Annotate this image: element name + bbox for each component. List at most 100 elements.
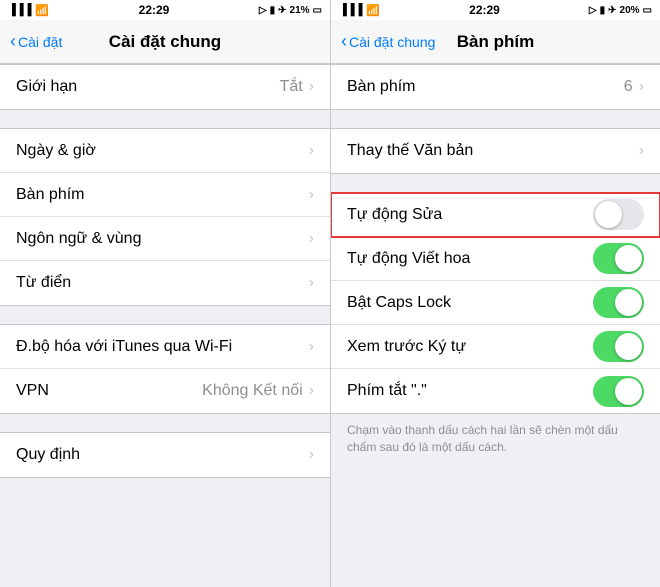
section-gioi-han: Giới hạn Tắt ›: [0, 64, 330, 110]
bat-caps-lock-toggle[interactable]: [593, 287, 644, 318]
keyboard-count-chevron: ›: [639, 78, 644, 96]
section-3: Đ.bộ hóa với iTunes qua Wi-Fi › VPN Khôn…: [0, 324, 330, 414]
left-panel: ▐▐▐ 📶 22:29 ▷ ▮ ✈ 21% ▭ ‹ Cài đặt Cài đặ…: [0, 0, 330, 587]
right-status-icons: ▐▐▐ 📶: [339, 4, 380, 17]
section-keyboard-count: Bàn phím 6 ›: [331, 64, 660, 110]
right-nav-bar: ‹ Cài đặt chung Bàn phím: [331, 20, 660, 64]
tu-dien-label: Từ điển: [16, 274, 309, 292]
keyboard-count: 6: [624, 78, 633, 96]
itunes-label: Đ.bộ hóa với iTunes qua Wi-Fi: [16, 338, 309, 356]
battery-pct-right: 20%: [620, 5, 640, 16]
list-item-thay-the[interactable]: Thay thế Văn bản ›: [331, 129, 660, 173]
vpn-label: VPN: [16, 382, 202, 400]
section-4: Quy định ›: [0, 432, 330, 478]
itunes-chevron: ›: [309, 338, 314, 356]
xem-truoc-thumb: [615, 333, 642, 360]
phim-tat-label: Phím tắt ".": [347, 382, 593, 400]
tu-dong-sua-toggle-thumb: [595, 201, 622, 228]
right-status-bar: ▐▐▐ 📶 22:29 ▷ ▮ ✈ 20% ▭: [331, 0, 660, 20]
left-settings-list: Giới hạn Tắt › Ngày & giờ › Bàn phím › N…: [0, 64, 330, 587]
quy-dinh-chevron: ›: [309, 446, 314, 464]
right-alarm-icon: ▮: [600, 5, 606, 16]
tu-dong-viet-hoa-thumb: [615, 245, 642, 272]
list-item-phim-tat[interactable]: Phím tắt ".": [331, 369, 660, 413]
section-group-4: Quy định ›: [0, 432, 330, 478]
list-item-ngon-ngu[interactable]: Ngôn ngữ & vùng ›: [0, 217, 330, 261]
gioi-han-chevron: ›: [309, 78, 314, 96]
left-nav-back[interactable]: ‹ Cài đặt: [10, 33, 62, 50]
right-nav-back[interactable]: ‹ Cài đặt chung: [341, 33, 435, 50]
list-item-quy-dinh[interactable]: Quy định ›: [0, 433, 330, 477]
section-group-2: Ngày & giờ › Bàn phím › Ngôn ngữ & vùng …: [0, 128, 330, 306]
bat-caps-lock-label: Bật Caps Lock: [347, 294, 593, 312]
section-group-3: Đ.bộ hóa với iTunes qua Wi-Fi › VPN Khôn…: [0, 324, 330, 414]
section-toggles: Tự động Sửa Tự động Viết hoa Bật Caps Lo…: [331, 192, 660, 414]
section-group-1: Giới hạn Tắt ›: [0, 64, 330, 110]
xem-truoc-label: Xem trước Ký tự: [347, 338, 593, 356]
vpn-value: Không Kết nối: [202, 382, 303, 400]
right-nav-title: Bàn phím: [457, 32, 534, 52]
tu-dong-viet-hoa-toggle[interactable]: [593, 243, 644, 274]
airplane-icon: ✈: [278, 5, 286, 16]
gioi-han-label: Giới hạn: [16, 78, 280, 96]
right-signal-icon: ▐▐▐: [339, 4, 362, 16]
tu-dien-chevron: ›: [309, 274, 314, 292]
xem-truoc-toggle[interactable]: [593, 331, 644, 362]
list-item-gioi-han[interactable]: Giới hạn Tắt ›: [0, 65, 330, 109]
list-item-ban-phim[interactable]: Bàn phím ›: [0, 173, 330, 217]
keyboard-count-group: Bàn phím 6 ›: [331, 64, 660, 110]
back-chevron-icon: ‹: [10, 32, 16, 50]
left-nav-title: Cài đặt chung: [109, 32, 221, 52]
right-wifi-icon: 📶: [366, 4, 380, 17]
ban-phim-chevron: ›: [309, 186, 314, 204]
list-item-ban-phim-count[interactable]: Bàn phím 6 ›: [331, 65, 660, 109]
keyboard-footer-note: Chạm vào thanh dấu cách hai lần sẽ chèn …: [331, 414, 660, 468]
list-item-tu-dong-sua[interactable]: Tự động Sửa: [331, 193, 660, 237]
ngon-ngu-label: Ngôn ngữ & vùng: [16, 230, 309, 248]
list-item-bat-caps-lock[interactable]: Bật Caps Lock: [331, 281, 660, 325]
ban-phim-label: Bàn phím: [16, 186, 309, 204]
list-item-tu-dien[interactable]: Từ điển ›: [0, 261, 330, 305]
replace-text-group: Thay thế Văn bản ›: [331, 128, 660, 174]
battery-icon-left: ▭: [313, 5, 322, 16]
vpn-chevron: ›: [309, 382, 314, 400]
left-status-right: ▷ ▮ ✈ 21% ▭: [259, 5, 322, 16]
gioi-han-value: Tắt: [280, 78, 303, 96]
section-2: Ngày & giờ › Bàn phím › Ngôn ngữ & vùng …: [0, 128, 330, 306]
left-status-bar: ▐▐▐ 📶 22:29 ▷ ▮ ✈ 21% ▭: [0, 0, 330, 20]
ngon-ngu-chevron: ›: [309, 230, 314, 248]
section-replace-text: Thay thế Văn bản ›: [331, 128, 660, 174]
list-item-tu-dong-viet-hoa[interactable]: Tự động Viết hoa: [331, 237, 660, 281]
signal-icon: ▐▐▐: [8, 4, 31, 16]
right-nav-back-label: Cài đặt chung: [349, 34, 435, 50]
list-item-xem-truoc[interactable]: Xem trước Ký tự: [331, 325, 660, 369]
right-settings-list: Bàn phím 6 › Thay thế Văn bản › Tự động …: [331, 64, 660, 587]
alarm-icon: ▮: [270, 5, 276, 16]
thay-the-label: Thay thế Văn bản: [347, 142, 639, 160]
ngay-gio-chevron: ›: [309, 142, 314, 160]
left-nav-back-label: Cài đặt: [18, 34, 62, 50]
right-panel: ▐▐▐ 📶 22:29 ▷ ▮ ✈ 20% ▭ ‹ Cài đặt chung …: [330, 0, 660, 587]
tu-dong-viet-hoa-label: Tự động Viết hoa: [347, 250, 593, 268]
left-status-icons: ▐▐▐ 📶: [8, 4, 49, 17]
tu-dong-sua-label: Tự động Sửa: [347, 206, 593, 224]
list-item-itunes[interactable]: Đ.bộ hóa với iTunes qua Wi-Fi ›: [0, 325, 330, 369]
right-airplane-icon: ✈: [608, 5, 616, 16]
left-nav-bar: ‹ Cài đặt Cài đặt chung: [0, 20, 330, 64]
tu-dong-sua-toggle[interactable]: [593, 199, 644, 230]
right-status-time: 22:29: [469, 3, 500, 17]
location-icon: ▷: [259, 5, 267, 16]
ban-phim-count-label: Bàn phím: [347, 78, 624, 96]
battery-icon-right: ▭: [643, 5, 652, 16]
phim-tat-thumb: [615, 378, 642, 405]
right-status-right: ▷ ▮ ✈ 20% ▭: [589, 5, 652, 16]
list-item-vpn[interactable]: VPN Không Kết nối ›: [0, 369, 330, 413]
bat-caps-lock-thumb: [615, 289, 642, 316]
battery-pct-left: 21%: [290, 5, 310, 16]
left-status-time: 22:29: [139, 3, 170, 17]
right-location-icon: ▷: [589, 5, 597, 16]
list-item-ngay-gio[interactable]: Ngày & giờ ›: [0, 129, 330, 173]
phim-tat-toggle[interactable]: [593, 376, 644, 407]
ngay-gio-label: Ngày & giờ: [16, 142, 309, 160]
right-back-chevron-icon: ‹: [341, 32, 347, 50]
